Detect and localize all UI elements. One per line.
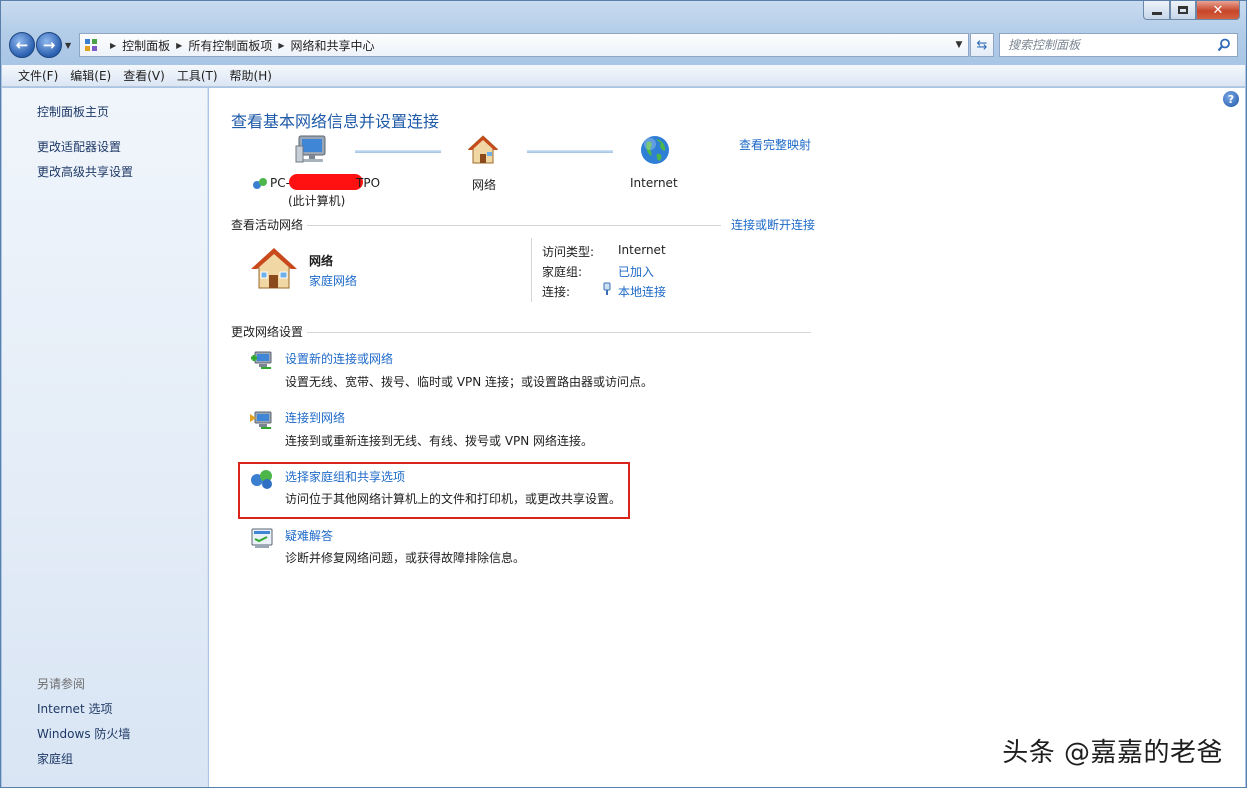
close-icon: ✕ (1212, 2, 1224, 18)
homegroup-label: 家庭组: (542, 265, 583, 279)
view-full-map-link[interactable]: 查看完整映射 (739, 136, 811, 153)
breadcrumb-control-panel[interactable]: 控制面板 (122, 37, 170, 54)
section-divider (231, 332, 811, 333)
task-setup-connection-desc: 设置无线、宽带、拨号、临时或 VPN 连接；或设置路由器或访问点。 (285, 375, 654, 389)
refresh-icon: ⇆ (976, 37, 988, 53)
sidebar: 控制面板主页 更改适配器设置 更改高级共享设置 另请参阅 Internet 选项… (2, 88, 208, 787)
computer-name-prefix: PC- (270, 176, 290, 190)
menu-file[interactable]: 文件(F) (12, 67, 64, 84)
maximize-button[interactable] (1170, 1, 1196, 20)
troubleshoot-icon[interactable] (249, 526, 275, 550)
minimize-button[interactable] (1143, 1, 1170, 20)
recent-pages-dropdown[interactable]: ▼ (65, 41, 75, 50)
control-panel-icon (85, 39, 97, 51)
sidebar-link-advanced-sharing[interactable]: 更改高级共享设置 (37, 163, 133, 180)
sidebar-link-homegroup[interactable]: 家庭组 (37, 750, 73, 767)
network-house-icon (467, 135, 499, 164)
sidebar-link-home[interactable]: 控制面板主页 (37, 103, 109, 120)
connection-label: 连接: (542, 285, 571, 299)
map-connection-line (527, 150, 613, 153)
back-arrow-icon: ← (15, 36, 29, 54)
map-connection-line (355, 150, 441, 153)
address-dropdown[interactable]: ▼ (950, 34, 968, 56)
breadcrumb-separator[interactable]: ▶ (110, 41, 116, 50)
change-settings-heading: 更改网络设置 (231, 323, 308, 340)
page-title: 查看基本网络信息并设置连接 (231, 112, 440, 131)
breadcrumb-separator[interactable]: ▶ (278, 41, 284, 50)
connect-network-icon[interactable] (249, 408, 275, 432)
network-small-icon (253, 178, 267, 189)
access-type-label: 访问类型: (542, 245, 595, 259)
computer-subtitle: (此计算机) (288, 194, 346, 208)
sidebar-link-internet-options[interactable]: Internet 选项 (37, 700, 112, 717)
forward-button[interactable]: → (36, 32, 62, 58)
vertical-divider (531, 238, 532, 302)
menu-help[interactable]: 帮助(H) (224, 67, 278, 84)
watermark: 头条 @嘉嘉的老爸 (1002, 738, 1223, 768)
minimize-icon (1151, 11, 1162, 15)
connect-disconnect-link[interactable]: 连接或断开连接 (727, 216, 816, 233)
sidebar-link-firewall[interactable]: Windows 防火墙 (37, 725, 130, 742)
see-also-heading: 另请参阅 (37, 677, 86, 691)
network-type-link[interactable]: 家庭网络 (309, 272, 357, 289)
help-button[interactable]: ? (1223, 91, 1239, 107)
homegroup-joined-link[interactable]: 已加入 (618, 263, 654, 280)
breadcrumb-network-center[interactable]: 网络和共享中心 (291, 37, 375, 54)
homegroup-sharing-icon[interactable] (249, 467, 275, 491)
breadcrumb-all-items[interactable]: 所有控制面板项 (188, 37, 272, 54)
network-label: 网络 (472, 178, 497, 192)
navigation-bar: ← → ▼ ▶ 控制面板 ▶ 所有控制面板项 ▶ 网络和共享中心 ▼ ⇆ (9, 31, 1238, 59)
address-bar[interactable]: ▶ 控制面板 ▶ 所有控制面板项 ▶ 网络和共享中心 ▼ (79, 33, 969, 57)
breadcrumb-separator[interactable]: ▶ (176, 41, 182, 50)
menu-bar: 文件(F) 编辑(E) 查看(V) 工具(T) 帮助(H) (2, 65, 1245, 87)
task-homegroup-sharing-desc: 访问位于其他网络计算机上的文件和打印机，或更改共享设置。 (285, 492, 622, 506)
internet-label: Internet (630, 176, 678, 190)
task-setup-connection-link[interactable]: 设置新的连接或网络 (285, 350, 393, 367)
menu-tools[interactable]: 工具(T) (171, 67, 224, 84)
maximize-icon (1178, 6, 1188, 14)
task-troubleshoot-link[interactable]: 疑难解答 (285, 527, 333, 544)
task-troubleshoot-desc: 诊断并修复网络问题，或获得故障排除信息。 (285, 551, 526, 565)
content-pane: ? 查看基本网络信息并设置连接 PC- TPO (此计算机) 网络 Intern… (209, 88, 1245, 787)
sidebar-link-adapter-settings[interactable]: 更改适配器设置 (37, 138, 121, 155)
computer-name-suffix: TPO (356, 176, 381, 190)
active-networks-heading: 查看活动网络 (231, 216, 308, 233)
caption-buttons: ✕ (1143, 1, 1240, 20)
task-connect-network-desc: 连接到或重新连接到无线、有线、拨号或 VPN 网络连接。 (285, 434, 594, 448)
menu-edit[interactable]: 编辑(E) (64, 67, 117, 84)
window: ✕ ← → ▼ ▶ 控制面板 ▶ 所有控制面板项 ▶ 网络和共享中心 ▼ ⇆ 搜… (0, 0, 1247, 788)
ethernet-plug-icon (603, 282, 611, 295)
access-type-value: Internet (618, 243, 666, 257)
internet-globe-icon (641, 136, 669, 164)
back-button[interactable]: ← (9, 32, 35, 58)
active-network-name: 网络 (309, 254, 334, 268)
search-input[interactable] (1008, 38, 1208, 52)
refresh-button[interactable]: ⇆ (970, 33, 994, 57)
help-icon: ? (1227, 92, 1235, 106)
menu-view[interactable]: 查看(V) (117, 67, 171, 84)
computer-icon (295, 135, 326, 163)
task-homegroup-sharing-link[interactable]: 选择家庭组和共享选项 (285, 468, 405, 485)
task-connect-network-link[interactable]: 连接到网络 (285, 409, 345, 426)
forward-arrow-icon: → (42, 36, 56, 54)
search-icon[interactable] (1217, 38, 1231, 52)
home-network-icon[interactable] (249, 246, 299, 292)
redacted-mark (289, 174, 363, 190)
local-connection-link[interactable]: 本地连接 (618, 283, 666, 300)
new-connection-icon[interactable] (249, 348, 275, 372)
search-box[interactable] (999, 33, 1238, 57)
close-button[interactable]: ✕ (1196, 1, 1240, 20)
